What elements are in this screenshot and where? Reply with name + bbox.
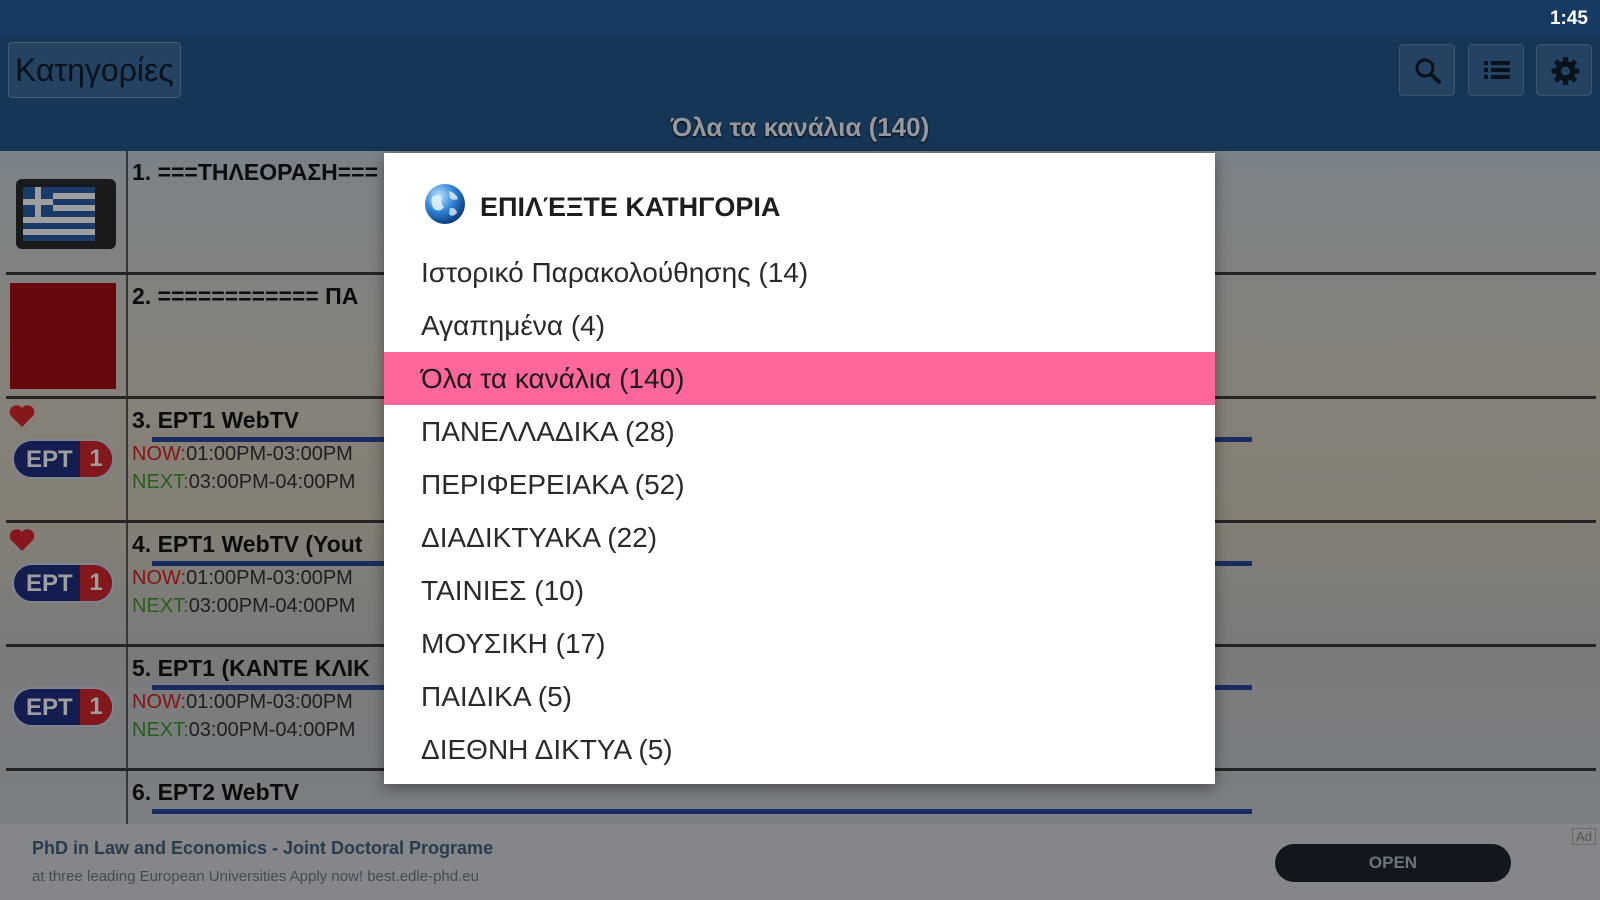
category-item-selected[interactable]: Όλα τα κανάλια (140) xyxy=(384,352,1215,405)
category-item[interactable]: ΤΑΙΝΙΕΣ (10) xyxy=(384,564,1215,617)
status-bar: 1:45 xyxy=(0,0,1600,36)
category-item[interactable]: ΔΙΑΔΙΚΤΥΑΚΑ (22) xyxy=(384,511,1215,564)
category-item[interactable]: Αγαπημένα (4) xyxy=(384,299,1215,352)
category-item[interactable]: ΠΕΡΙΦΕΡΕΙΑΚΑ (52) xyxy=(384,458,1215,511)
clock: 1:45 xyxy=(1549,8,1588,29)
category-item[interactable]: Ιστορικό Παρακολούθησης (14) xyxy=(384,246,1215,299)
category-item[interactable]: ΠΑΝΕΛΛΑΔΙΚΑ (28) xyxy=(384,405,1215,458)
category-item[interactable]: ΠΑΙΔΙΚΑ (5) xyxy=(384,670,1215,723)
category-list: Ιστορικό Παρακολούθησης (14) Αγαπημένα (… xyxy=(384,246,1215,776)
category-item[interactable]: ΜΟΥΣΙΚΗ (17) xyxy=(384,617,1215,670)
globe-icon xyxy=(425,184,465,224)
category-item[interactable]: ΔΙΕΘΝΗ ΔΙΚΤΥΑ (5) xyxy=(384,723,1215,776)
category-dialog: ΕΠΙΛΈΞΤΕ ΚΑΤΗΓΟΡΙΑ Ιστορικό Παρακολούθησ… xyxy=(384,153,1215,784)
dialog-title: ΕΠΙΛΈΞΤΕ ΚΑΤΗΓΟΡΙΑ xyxy=(480,192,781,222)
